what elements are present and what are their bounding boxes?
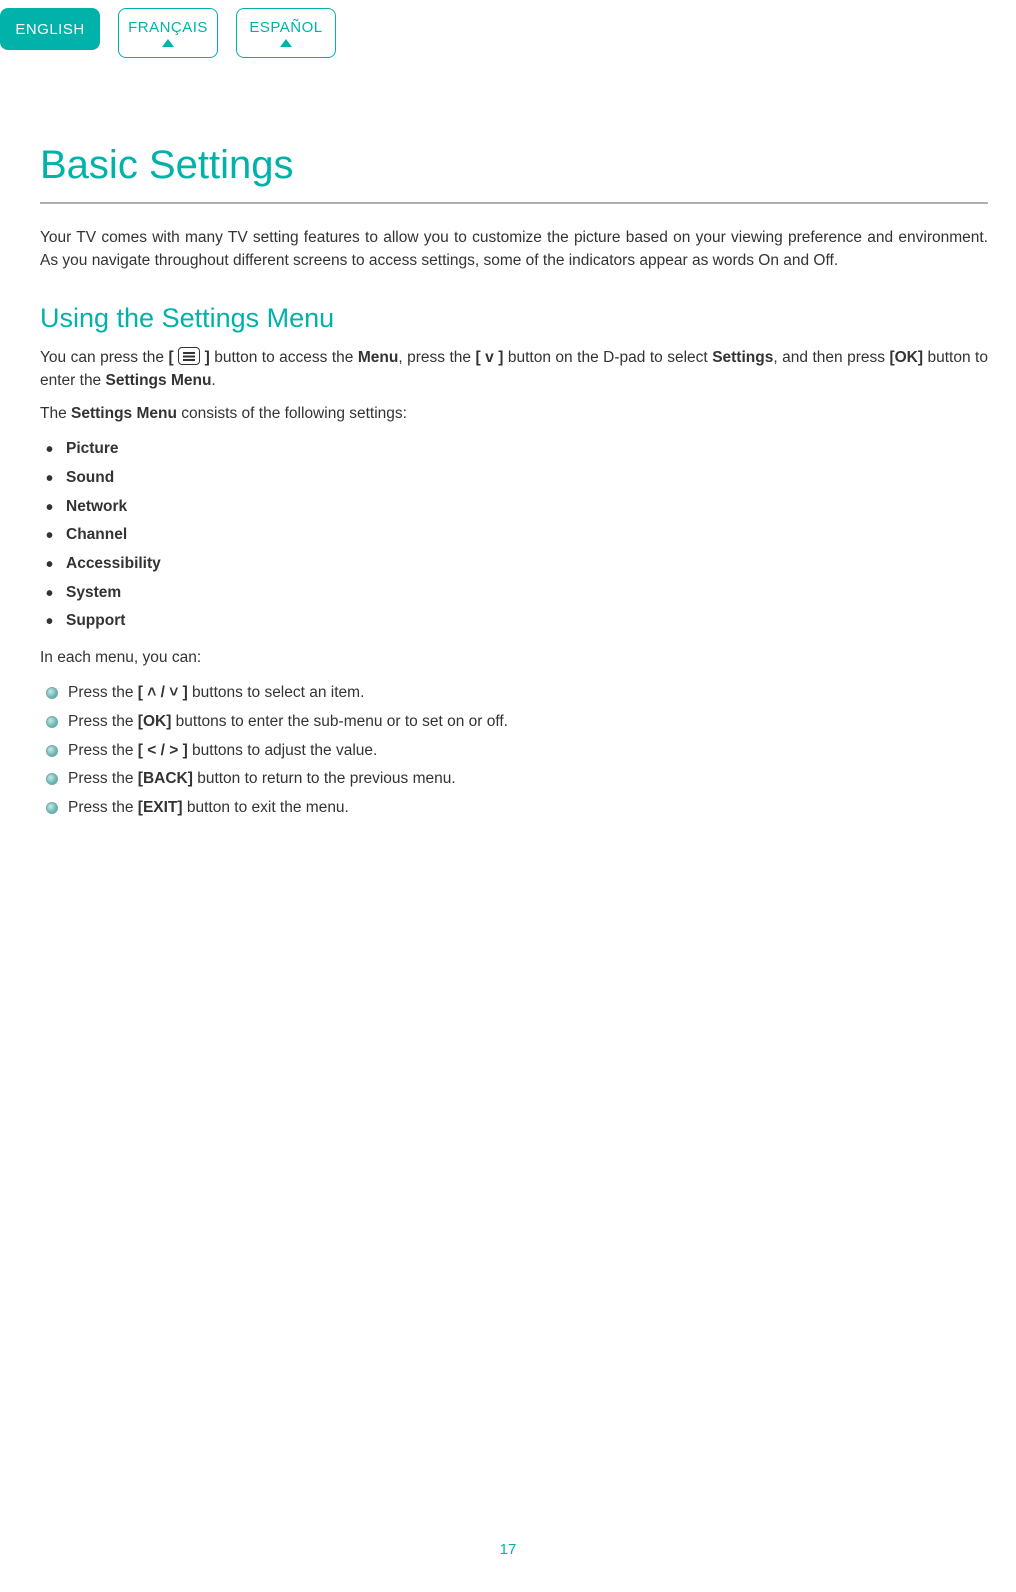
paragraph-menu-access: You can press the [ ] button to access t… [40,346,988,393]
list-item: Network [46,493,988,522]
list-item: Picture [46,435,988,464]
page-title: Basic Settings [40,143,988,188]
list-item: Press the [ ˄ / ˅ ] buttons to select an… [46,679,988,708]
text: consists of the following settings: [177,405,407,422]
text: button to access the [210,349,358,366]
text: buttons to select an item. [188,684,365,701]
bold-text: Menu [358,349,398,366]
text: Press the [68,770,138,787]
text: button to exit the menu. [183,799,349,816]
bracket: [ [168,349,173,366]
tab-english[interactable]: ENGLISH [0,8,100,50]
paragraph-settings-consist: The Settings Menu consists of the follow… [40,402,988,425]
paragraph-in-each-menu: In each menu, you can: [40,646,988,669]
arrow-up-icon [162,39,174,47]
list-item: Press the [EXIT] button to exit the menu… [46,794,988,823]
list-item: System [46,579,988,608]
text: , and then press [773,349,889,366]
text: buttons to adjust the value. [188,742,378,759]
bold-text: [BACK] [138,770,193,787]
text: You can press the [40,349,168,366]
list-item: Support [46,607,988,636]
text: button to return to the previous menu. [193,770,456,787]
tab-francais-label: FRANÇAIS [128,19,208,36]
intro-paragraph: Your TV comes with many TV setting featu… [40,226,988,273]
list-item: Press the [BACK] button to return to the… [46,765,988,794]
tab-francais[interactable]: FRANÇAIS [118,8,218,58]
text: . [211,372,215,389]
tab-espanol-label: ESPAÑOL [249,19,322,36]
list-item: Sound [46,464,988,493]
text: buttons to enter the sub-menu or to set … [171,713,508,730]
bold-text: Settings Menu [71,405,177,422]
section-subtitle: Using the Settings Menu [40,303,988,334]
tab-english-label: ENGLISH [15,21,84,38]
text: Press the [68,742,138,759]
tab-espanol[interactable]: ESPAÑOL [236,8,336,58]
text: The [40,405,71,422]
bold-text: Settings Menu [106,372,212,389]
list-item: Press the [ < / > ] buttons to adjust th… [46,737,988,766]
title-divider [40,202,988,204]
bold-text: [ < / > ] [138,742,188,759]
list-item: Press the [OK] buttons to enter the sub-… [46,708,988,737]
text: Press the [68,684,138,701]
bold-text: [OK] [138,713,172,730]
page-number: 17 [0,1541,1016,1558]
list-item: Channel [46,521,988,550]
bold-text: [ v ] [476,349,504,366]
arrow-up-icon [280,39,292,47]
list-item: Accessibility [46,550,988,579]
bold-text: [OK] [889,349,923,366]
text: button on the D-pad to select [503,349,712,366]
text: Press the [68,799,138,816]
bold-text: Settings [712,349,773,366]
menu-icon [178,347,200,365]
text: , press the [398,349,475,366]
actions-list: Press the [ ˄ / ˅ ] buttons to select an… [40,679,988,822]
language-tabs: ENGLISH FRANÇAIS ESPAÑOL [0,0,1016,58]
bold-text: [EXIT] [138,799,183,816]
settings-list: Picture Sound Network Channel Accessibil… [40,435,988,636]
bold-text: [ ˄ / ˅ ] [138,684,188,701]
page-content: Basic Settings Your TV comes with many T… [0,58,1016,823]
text: Press the [68,713,138,730]
